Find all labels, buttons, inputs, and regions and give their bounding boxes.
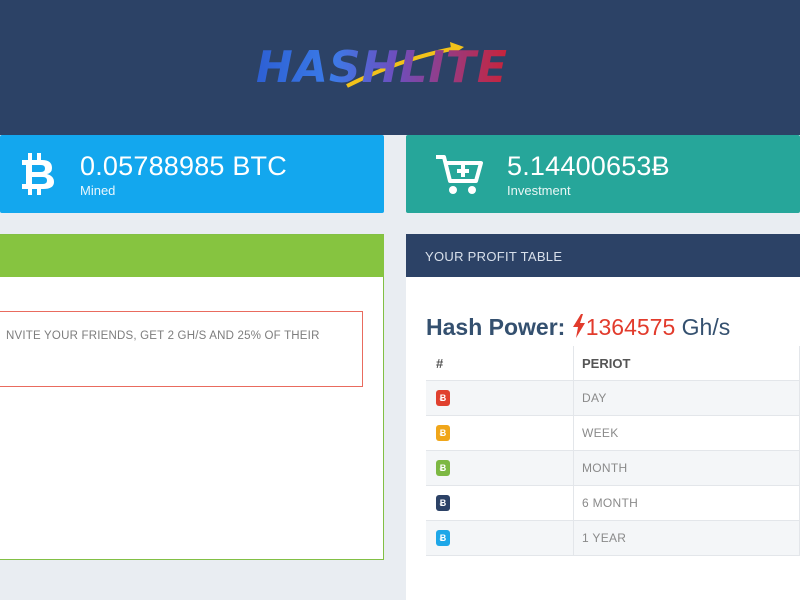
column-header-period: PERIOT xyxy=(573,346,800,381)
mined-stat-card: 0.05788985 BTC Mined xyxy=(0,135,384,213)
mined-label: Mined xyxy=(80,183,116,198)
mined-value: 0.05788985 BTC xyxy=(80,151,287,181)
bitcoin-badge-icon: Ƀ xyxy=(436,460,450,476)
referral-text: NVITE YOUR FRIENDS, GET 2 GH/S AND 25% O… xyxy=(6,330,320,342)
bitcoin-badge-icon: Ƀ xyxy=(436,495,450,511)
cart-plus-icon xyxy=(436,155,483,194)
panel-title: YOUR PROFIT TABLE xyxy=(425,249,563,264)
profit-table: # PERIOT Ƀ DAY Ƀ WEEK Ƀ MONTH Ƀ 6 MONTH xyxy=(426,346,800,556)
profit-table-panel: YOUR PROFIT TABLE Hash Power: 1364575 Gh… xyxy=(406,234,800,600)
lightning-bolt-icon xyxy=(572,314,585,338)
table-row: Ƀ 6 MONTH xyxy=(426,485,800,521)
investment-value: 5.14400653Ƀ xyxy=(507,151,670,181)
period-cell: 6 MONTH xyxy=(573,485,800,521)
period-cell: 1 YEAR xyxy=(573,520,800,556)
hash-power-value: 1364575 xyxy=(585,314,676,340)
table-row: Ƀ MONTH xyxy=(426,450,800,486)
referral-alert: NVITE YOUR FRIENDS, GET 2 GH/S AND 25% O… xyxy=(0,311,363,387)
column-header-index: # xyxy=(426,346,574,381)
investment-label: Investment xyxy=(507,183,571,198)
period-cell: DAY xyxy=(573,380,800,416)
investment-stat-card: 5.14400653Ƀ Investment xyxy=(406,135,800,213)
referral-panel-header xyxy=(0,235,384,277)
bitcoin-badge-icon: Ƀ xyxy=(436,425,450,441)
bitcoin-icon xyxy=(22,153,54,195)
referral-panel: NVITE YOUR FRIENDS, GET 2 GH/S AND 25% O… xyxy=(0,234,384,560)
period-cell: WEEK xyxy=(573,415,800,451)
table-row: Ƀ 1 YEAR xyxy=(426,520,800,556)
profit-table-header: YOUR PROFIT TABLE xyxy=(406,234,800,277)
hashlite-logo[interactable]: HASHLITE xyxy=(252,38,542,98)
table-row: Ƀ WEEK xyxy=(426,415,800,451)
bitcoin-badge-icon: Ƀ xyxy=(436,390,450,406)
logo-text: HASHLITE xyxy=(256,42,508,93)
hash-power-label: Hash Power: xyxy=(426,314,566,340)
table-header-row: # PERIOT xyxy=(426,346,800,381)
bitcoin-badge-icon: Ƀ xyxy=(436,530,450,546)
hash-power-line: Hash Power: 1364575 Gh/s xyxy=(426,314,730,341)
header: HASHLITE xyxy=(0,0,800,135)
period-cell: MONTH xyxy=(573,450,800,486)
table-row: Ƀ DAY xyxy=(426,380,800,416)
hash-power-unit: Gh/s xyxy=(681,314,731,340)
